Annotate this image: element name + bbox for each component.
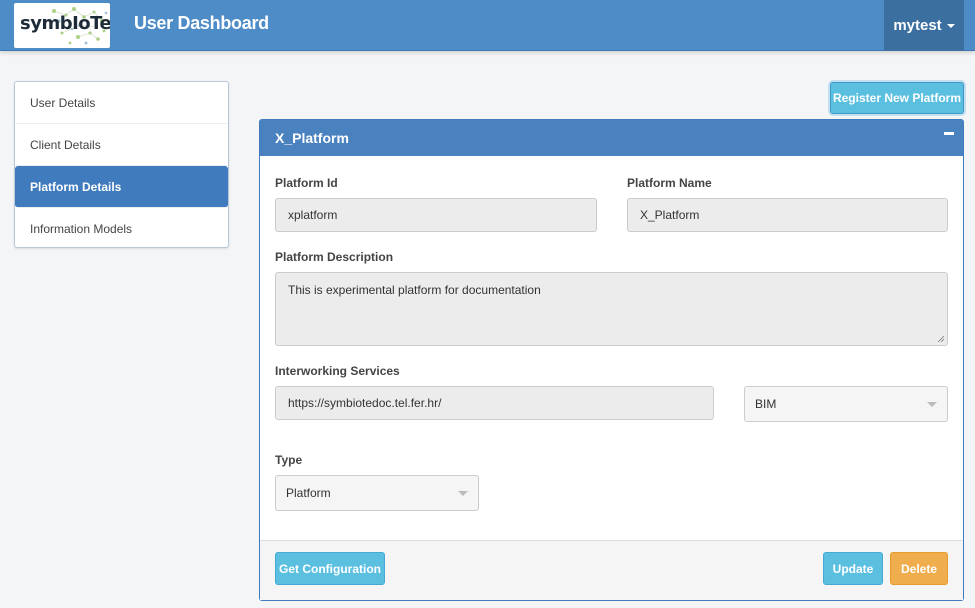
chevron-down-icon (458, 491, 468, 496)
get-configuration-button[interactable]: Get Configuration (275, 552, 385, 585)
caret-down-icon (946, 23, 955, 28)
type-select[interactable]: Platform (275, 475, 479, 511)
resize-grip-icon[interactable] (937, 335, 945, 343)
sidebar-item-information-models[interactable]: Information Models (15, 208, 228, 250)
collapse-icon[interactable] (944, 132, 954, 135)
platform-name-field[interactable]: X_Platform (627, 198, 948, 232)
register-new-platform-button[interactable]: Register New Platform (830, 82, 964, 114)
sidebar-item-client-details[interactable]: Client Details (15, 124, 228, 166)
interworking-url-field[interactable]: https://symbiotedoc.tel.fer.hr/ (275, 386, 714, 420)
sidebar-nav: User Details Client Details Platform Det… (14, 81, 229, 248)
top-navbar: symbIoTe User Dashboard mytest (0, 0, 975, 51)
platform-id-field[interactable]: xplatform (275, 198, 597, 232)
delete-button[interactable]: Delete (890, 552, 948, 585)
panel-heading[interactable]: X_Platform (260, 120, 963, 156)
user-menu-label: mytest (893, 17, 942, 34)
interworking-services-label: Interworking Services (275, 364, 400, 378)
type-value: Platform (286, 486, 331, 500)
sidebar-item-platform-details[interactable]: Platform Details (15, 166, 228, 208)
information-model-value: BIM (755, 397, 777, 411)
platform-description-label: Platform Description (275, 250, 394, 264)
panel-title: X_Platform (275, 130, 349, 146)
type-label: Type (275, 453, 303, 467)
user-menu-dropdown[interactable]: mytest (884, 0, 964, 51)
platform-panel: X_Platform Platform Id xplatform Platfor… (259, 119, 964, 601)
chevron-down-icon (927, 402, 937, 407)
information-model-select[interactable]: BIM (744, 386, 948, 422)
page-title: User Dashboard (134, 13, 269, 33)
platform-description-text: This is experimental platform for docume… (288, 283, 541, 297)
platform-name-label: Platform Name (627, 176, 712, 190)
update-button[interactable]: Update (823, 552, 883, 585)
sidebar-item-user-details[interactable]: User Details (15, 82, 228, 124)
symbiote-logo[interactable]: symbIoTe (14, 3, 110, 48)
platform-description-field[interactable]: This is experimental platform for docume… (275, 272, 948, 346)
panel-footer: Get Configuration Update Delete (260, 540, 963, 600)
platform-id-label: Platform Id (275, 176, 338, 190)
logo-text: symbIoTe (20, 13, 110, 34)
